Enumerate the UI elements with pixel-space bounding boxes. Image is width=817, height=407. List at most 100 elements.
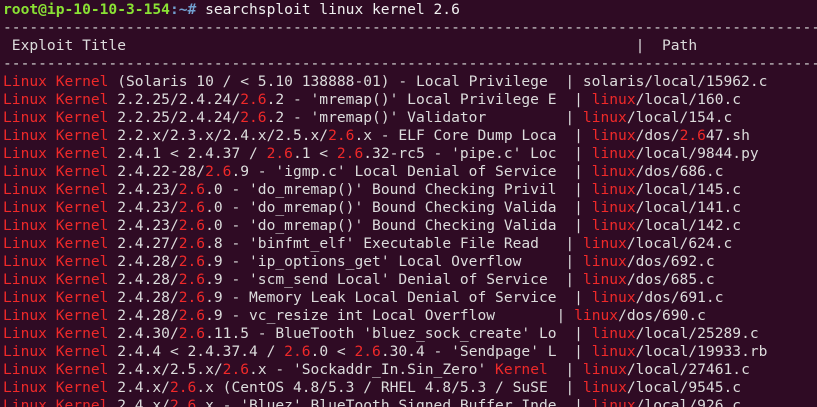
highlight-match: linux bbox=[591, 343, 636, 360]
path-text: | bbox=[574, 325, 592, 342]
table-row: Linux Kernel 2.4.28/2.6.9 - 'ip_options_… bbox=[3, 253, 715, 271]
table-row: Linux Kernel 2.4.4 < 2.4.37.4 / 2.6.0 < … bbox=[3, 343, 767, 361]
highlight-match: linux bbox=[591, 397, 636, 407]
highlight-match: linux bbox=[591, 145, 636, 162]
highlight-match: 2.6 bbox=[336, 145, 364, 162]
highlight-match: Linux Kernel bbox=[3, 307, 109, 324]
highlight-match: Linux Kernel bbox=[3, 235, 109, 252]
title-text: .9 - 'igmp.c' Local Denial of Service bbox=[231, 163, 575, 180]
path-text: /local/154.c bbox=[626, 109, 733, 126]
title-text: 2.4.23/ bbox=[108, 217, 179, 234]
exploit-path: | linux/dos/691.c bbox=[574, 289, 723, 306]
exploit-title: Linux Kernel 2.2.25/2.4.24/2.6.2 - 'mrem… bbox=[3, 109, 565, 126]
highlight-match: 2.6 bbox=[178, 271, 206, 288]
highlight-match: Linux Kernel bbox=[3, 289, 109, 306]
highlight-match: linux bbox=[582, 271, 627, 288]
path-text: /local/160.c bbox=[635, 91, 742, 108]
command-text: searchsploit linux kernel 2.6 bbox=[196, 1, 460, 18]
exploit-title: Linux Kernel 2.4.x/2.5.x/2.6.x - 'Sockad… bbox=[3, 361, 565, 378]
exploit-title: Linux Kernel 2.4.1 < 2.4.37 / 2.6.1 < 2.… bbox=[3, 145, 574, 162]
title-text: .9 - Memory Leak Local Denial of Service bbox=[205, 289, 575, 306]
table-row: Linux Kernel 2.4.x/2.6.x (CentOS 4.8/5.3… bbox=[3, 379, 741, 397]
title-text: .9 - 'scm_send Local' Denial of Service bbox=[205, 271, 566, 288]
path-text: /local/19933.rb bbox=[635, 343, 768, 360]
title-text: 2.4.1 < 2.4.37 / bbox=[108, 145, 267, 162]
title-text: 2.4.28/ bbox=[108, 271, 179, 288]
highlight-match: 2.6 bbox=[178, 253, 206, 270]
path-text: /local/145.c bbox=[635, 181, 742, 198]
highlight-match: linux bbox=[582, 379, 627, 396]
exploit-path: | linux/dos/686.c bbox=[574, 163, 723, 180]
path-text: | bbox=[574, 343, 592, 360]
highlight-match: 2.6 bbox=[178, 307, 206, 324]
exploit-title: Linux Kernel 2.4.28/2.6.9 - Memory Leak … bbox=[3, 289, 574, 306]
highlight-match: linux bbox=[591, 163, 636, 180]
title-text: 2.2.x/2.3.x/2.4.x/2.5.x/ bbox=[108, 127, 329, 144]
title-text: 2.4.22-28/ bbox=[108, 163, 206, 180]
exploit-title: Linux Kernel 2.4.30/2.6.11.5 - BlueTooth… bbox=[3, 325, 574, 342]
highlight-match: Linux Kernel bbox=[3, 91, 109, 108]
path-text: /local/9545.c bbox=[626, 379, 742, 396]
header-rule-top: ----------------------------------------… bbox=[3, 19, 817, 36]
title-text: .11.5 - BlueTooth 'bluez_sock_create' Lo bbox=[205, 325, 575, 342]
path-text: /dos/692.c bbox=[626, 253, 715, 270]
title-text: .2 - 'mremap()' Local Privilege E bbox=[266, 91, 575, 108]
highlight-match: 2.6 bbox=[266, 145, 293, 162]
exploit-path: | linux/dos/692.c bbox=[565, 253, 714, 270]
title-text: 2.4.27/ bbox=[108, 235, 179, 252]
title-text: .30.4 - 'Sendpage' L bbox=[380, 343, 575, 360]
highlight-match: Kernel bbox=[495, 361, 548, 378]
title-text: 2.4.4 < 2.4.37.4 / bbox=[108, 343, 285, 360]
exploit-title: Linux Kernel 2.4.28/2.6.9 - 'ip_options_… bbox=[3, 253, 565, 270]
path-text: | bbox=[565, 109, 583, 126]
title-text: .x - 'Sockaddr_In.Sin_Zero' bbox=[249, 361, 496, 378]
highlight-match: linux bbox=[591, 217, 636, 234]
prompt-path: :~# bbox=[169, 1, 197, 18]
title-text: .x (CentOS 4.8/5.3 / RHEL 4.8/5.3 / SuSE bbox=[196, 379, 566, 396]
highlight-match: 2.6 bbox=[178, 181, 206, 198]
path-text: /local/926.c bbox=[635, 397, 742, 407]
command-prompt-line: root@ip-10-10-3-154:~# searchsploit linu… bbox=[3, 1, 460, 19]
table-row: Linux Kernel (Solaris 10 / < 5.10 138888… bbox=[3, 73, 767, 91]
title-text: .8 - 'binfmt_elf' Executable File Read bbox=[205, 235, 566, 252]
exploit-title: Linux Kernel 2.2.x/2.3.x/2.4.x/2.5.x/2.6… bbox=[3, 127, 574, 144]
highlight-match: Linux Kernel bbox=[3, 343, 109, 360]
highlight-match: linux bbox=[591, 325, 636, 342]
title-text: 2.4.x/2.5.x/ bbox=[108, 361, 223, 378]
exploit-title: Linux Kernel 2.4.23/2.6.0 - 'do_mremap()… bbox=[3, 199, 574, 216]
exploit-path: | linux/local/141.c bbox=[574, 199, 741, 216]
exploit-title: Linux Kernel 2.4.x/2.6.x (CentOS 4.8/5.3… bbox=[3, 379, 565, 396]
highlight-match: linux bbox=[574, 307, 619, 324]
table-row: Linux Kernel 2.4.23/2.6.0 - 'do_mremap()… bbox=[3, 199, 741, 217]
highlight-match: linux bbox=[582, 235, 627, 252]
exploit-path: | linux/local/9844.py bbox=[574, 145, 759, 162]
path-text: /dos/686.c bbox=[635, 163, 724, 180]
exploit-path: | linux/local/19933.rb bbox=[574, 343, 767, 360]
path-text: /dos/690.c bbox=[618, 307, 706, 324]
highlight-match: 2.6 bbox=[178, 217, 206, 234]
highlight-match: Linux Kernel bbox=[3, 181, 109, 198]
path-text: | bbox=[565, 235, 583, 252]
title-text: (Solaris 10 / < 5.10 138888-01) - Local … bbox=[108, 73, 566, 90]
header-rule-bottom: ----------------------------------------… bbox=[3, 55, 817, 72]
path-text: /dos/ bbox=[635, 127, 680, 144]
path-text: /local/27461.c bbox=[626, 361, 750, 378]
exploit-path: | linux/local/142.c bbox=[574, 217, 741, 234]
title-text: 2.4.x/ bbox=[108, 397, 170, 407]
table-row: Linux Kernel 2.4.x/2.5.x/2.6.x - 'Sockad… bbox=[3, 361, 750, 379]
highlight-match: linux bbox=[582, 361, 627, 378]
title-text: .x - 'Bluez' BlueTooth Signed Buffer Ind… bbox=[196, 397, 575, 407]
exploit-path: | linux/local/145.c bbox=[574, 181, 741, 198]
exploit-title: Linux Kernel 2.4.28/2.6.9 - vc_resize in… bbox=[3, 307, 557, 324]
exploit-path: | linux/local/9545.c bbox=[565, 379, 741, 396]
path-text: | bbox=[574, 289, 592, 306]
highlight-match: Linux Kernel bbox=[3, 379, 109, 396]
path-text: | bbox=[556, 307, 575, 324]
highlight-match: 2.6 bbox=[284, 343, 311, 360]
table-row: Linux Kernel 2.4.27/2.6.8 - 'binfmt_elf'… bbox=[3, 235, 732, 253]
title-text: 2.4.x/ bbox=[108, 379, 170, 396]
path-text: /local/25289.c bbox=[635, 325, 759, 342]
table-row: Linux Kernel 2.4.30/2.6.11.5 - BlueTooth… bbox=[3, 325, 759, 343]
exploit-path: | linux/local/154.c bbox=[565, 109, 732, 126]
terminal-window[interactable]: root@ip-10-10-3-154:~# searchsploit linu… bbox=[0, 0, 817, 407]
